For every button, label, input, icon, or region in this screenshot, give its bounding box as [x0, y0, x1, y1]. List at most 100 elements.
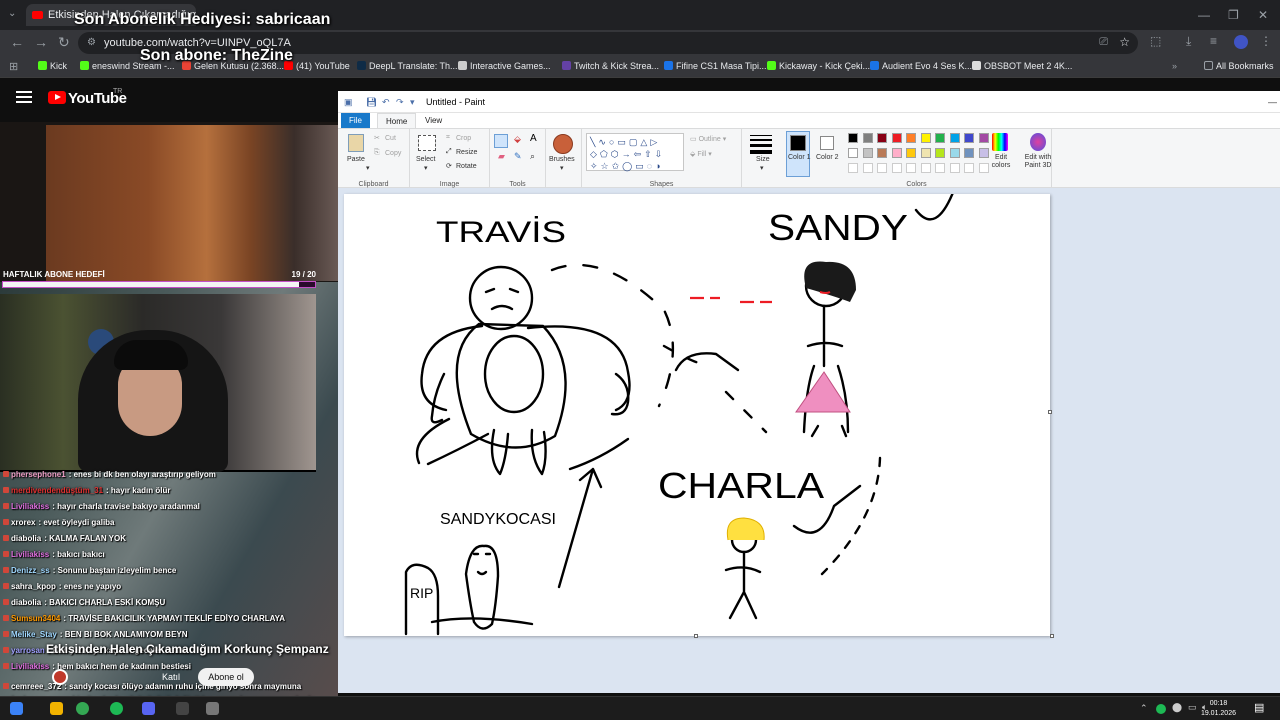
magnifier-icon[interactable]: ⌕: [530, 151, 535, 162]
chat-username[interactable]: merdivendendüştüm_31: [11, 486, 103, 495]
all-bookmarks-button[interactable]: All Bookmarks: [1204, 61, 1274, 71]
quick-access-dropdown-icon[interactable]: ▾: [410, 97, 415, 108]
tab-home[interactable]: Home: [377, 113, 417, 128]
palette-swatch[interactable]: [862, 148, 873, 158]
canvas-resize-handle-corner[interactable]: [1050, 634, 1054, 638]
chat-username[interactable]: Sumsun3404: [11, 614, 60, 623]
chat-username[interactable]: Melike_Stay: [11, 630, 57, 639]
brushes-icon[interactable]: [553, 134, 573, 154]
chat-username[interactable]: diabolia: [11, 534, 41, 543]
palette-swatch[interactable]: [964, 148, 974, 158]
tray-app-icon[interactable]: ⬤: [1172, 702, 1182, 713]
tab-search-icon[interactable]: ⌄: [8, 8, 16, 19]
discord-icon[interactable]: [142, 702, 155, 715]
palette-swatch[interactable]: [978, 148, 989, 158]
app-icon[interactable]: [206, 702, 219, 715]
chat-username[interactable]: xrorex: [11, 518, 35, 527]
canvas-resize-handle-right[interactable]: [1048, 410, 1052, 414]
copy-icon[interactable]: ⎘: [374, 149, 380, 157]
size-icon[interactable]: [750, 135, 772, 154]
bookmark-item[interactable]: OBSBOT Meet 2 4K...: [972, 61, 1072, 71]
cut-icon[interactable]: ✂: [374, 134, 380, 142]
palette-swatch[interactable]: [978, 133, 989, 143]
bookmark-item[interactable]: DeepL Translate: Th...: [357, 61, 458, 71]
tray-spotify-icon[interactable]: [1156, 704, 1166, 714]
network-icon[interactable]: ▭: [1188, 702, 1197, 713]
palette-swatch[interactable]: [920, 133, 931, 143]
media-icon[interactable]: ≡: [1210, 34, 1217, 48]
outline-button[interactable]: ▭ Outline ▾: [690, 135, 726, 143]
fill-bucket-icon[interactable]: ⬙: [514, 134, 521, 145]
palette-custom-slot[interactable]: [891, 163, 902, 173]
spotify-icon[interactable]: [110, 702, 123, 715]
palette-swatch[interactable]: [964, 133, 974, 143]
crop-icon[interactable]: ⌗: [446, 134, 450, 142]
save-icon[interactable]: 💾︎: [366, 97, 377, 108]
apps-icon[interactable]: ⊞: [9, 60, 18, 73]
palette-custom-slot[interactable]: [848, 163, 858, 173]
color-picker-icon[interactable]: ✎: [514, 151, 522, 162]
edit-paint3d-button[interactable]: Edit with Paint 3D: [1016, 154, 1060, 170]
palette-custom-slot[interactable]: [949, 163, 960, 173]
tab-view[interactable]: View: [417, 113, 450, 128]
notifications-icon[interactable]: ▤: [1254, 701, 1264, 714]
edit-colors-button[interactable]: Edit colors: [990, 154, 1012, 170]
text-icon[interactable]: A: [530, 133, 537, 144]
redo-icon[interactable]: ↷: [396, 97, 404, 108]
site-info-icon[interactable]: ⚙: [87, 37, 96, 48]
paint-minimize-icon[interactable]: —: [1268, 97, 1277, 107]
palette-swatch[interactable]: [935, 148, 945, 158]
select-button[interactable]: Select: [416, 156, 435, 163]
resize-icon[interactable]: ⤢: [446, 148, 452, 156]
brushes-button[interactable]: Brushes: [549, 156, 575, 163]
chat-username[interactable]: Liviliakiss: [11, 662, 49, 671]
canvas-resize-handle-bottom[interactable]: [694, 634, 698, 638]
channel-avatar[interactable]: [52, 669, 68, 685]
rotate-button[interactable]: Rotate: [456, 163, 477, 170]
tab-file[interactable]: File: [341, 113, 370, 128]
palette-custom-slot[interactable]: [964, 163, 974, 173]
palette-custom-slot[interactable]: [920, 163, 931, 173]
resize-button[interactable]: Resize: [456, 149, 477, 156]
chat-username[interactable]: phersephone1: [11, 470, 66, 479]
rotate-icon[interactable]: ⟳: [446, 162, 452, 170]
palette-custom-slot[interactable]: [978, 163, 989, 173]
chat-username[interactable]: diabolia: [11, 598, 41, 607]
paste-button[interactable]: Paste: [347, 156, 365, 163]
bookmark-item[interactable]: (41) YouTube: [284, 61, 350, 71]
extensions-icon[interactable]: ⬚: [1150, 34, 1161, 48]
cast-icon[interactable]: ⎚: [1099, 36, 1108, 49]
chat-username[interactable]: yarrosan: [11, 646, 45, 655]
palette-swatch[interactable]: [949, 148, 960, 158]
minimize-icon[interactable]: —: [1198, 8, 1210, 22]
palette-swatch[interactable]: [862, 133, 873, 143]
palette-custom-slot[interactable]: [877, 163, 887, 173]
palette-swatch[interactable]: [906, 133, 916, 143]
undo-icon[interactable]: ↶: [382, 97, 390, 108]
color2-swatch[interactable]: [820, 136, 834, 150]
palette-custom-slot[interactable]: [862, 163, 873, 173]
palette-swatch[interactable]: [877, 148, 887, 158]
obs-icon[interactable]: [176, 702, 189, 715]
chat-username[interactable]: sahra_kpop: [11, 582, 56, 591]
palette-custom-slot[interactable]: [906, 163, 916, 173]
back-icon[interactable]: ←: [10, 34, 24, 50]
chat-username[interactable]: Liviliakiss: [11, 502, 49, 511]
select-icon[interactable]: [418, 135, 436, 151]
eraser-icon[interactable]: ▰: [498, 151, 505, 162]
chat-username[interactable]: Liviliakiss: [11, 550, 49, 559]
bookmark-star-icon[interactable]: ☆: [1119, 35, 1130, 49]
palette-swatch[interactable]: [877, 133, 887, 143]
reload-icon[interactable]: ↻: [58, 34, 70, 51]
palette-custom-slot[interactable]: [935, 163, 945, 173]
chat-username[interactable]: Denizz_ss: [11, 566, 50, 575]
join-button[interactable]: Katıl: [162, 672, 180, 682]
copy-button[interactable]: Copy: [385, 150, 401, 157]
paint3d-icon[interactable]: [1030, 133, 1046, 151]
clock[interactable]: 00:18 19.01.2026: [1201, 699, 1236, 719]
paste-icon[interactable]: [348, 134, 364, 152]
hamburger-menu-icon[interactable]: [16, 91, 32, 103]
start-icon[interactable]: [10, 702, 23, 715]
size-button[interactable]: Size: [756, 156, 770, 163]
fill-button[interactable]: ⬙ Fill ▾: [690, 150, 712, 158]
